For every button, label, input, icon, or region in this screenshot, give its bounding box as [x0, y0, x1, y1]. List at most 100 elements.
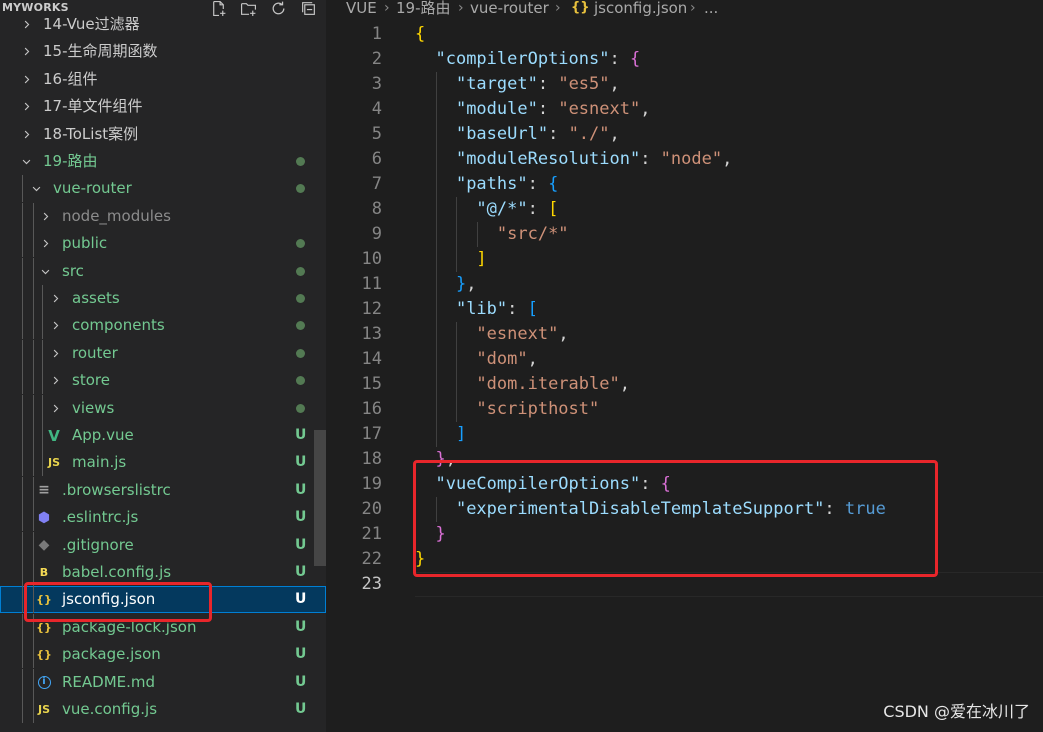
chevron-right-icon[interactable]: [19, 38, 33, 65]
code-token: "experimentalDisableTemplateSupport": [455, 499, 825, 519]
folder-item[interactable]: 18-ToList案例: [0, 121, 326, 148]
git-modified-dot: [296, 157, 305, 166]
git-untracked-badge: U: [295, 591, 307, 608]
breadcrumb-folder-route[interactable]: 19-路由: [396, 0, 451, 17]
folder-item[interactable]: vue-router: [0, 175, 326, 203]
file-item[interactable]: ⬢ .eslintrc.js U: [0, 504, 326, 532]
code-line: 12 "lib": [: [326, 297, 1043, 322]
chevron-right-icon[interactable]: [19, 121, 33, 148]
chevron-right-icon[interactable]: [48, 285, 62, 312]
git-untracked-badge: U: [295, 536, 307, 553]
file-item[interactable]: JS vue.config.js U: [0, 696, 326, 723]
breadcrumb-file[interactable]: jsconfig.json: [594, 0, 687, 17]
line-number: 8: [371, 199, 382, 219]
file-item[interactable]: ≡ .browserslistrc U: [0, 476, 326, 504]
breadcrumb-ellipsis[interactable]: ...: [704, 0, 718, 17]
folder-item[interactable]: src: [0, 257, 326, 285]
indent-guide: [33, 230, 34, 258]
file-item[interactable]: {} jsconfig.json U: [0, 586, 326, 614]
line-number: 20: [361, 499, 382, 519]
code-token: ,: [609, 74, 620, 94]
breadcrumb-vue-router[interactable]: vue-router: [470, 0, 549, 17]
file-item[interactable]: {} package-lock.json U: [0, 613, 326, 641]
indent-guide: [22, 668, 23, 696]
folder-item[interactable]: components: [0, 312, 326, 340]
chevron-right-icon[interactable]: [19, 11, 33, 38]
sidebar-scrollbar[interactable]: [314, 430, 326, 566]
folder-item[interactable]: views: [0, 394, 326, 422]
chevron-down-icon[interactable]: [19, 148, 33, 175]
folder-item[interactable]: 15-生命周期函数: [0, 38, 326, 65]
line-number: 14: [361, 349, 382, 369]
explorer-sidebar: MYWORKS 14-Vue过滤器 15-生命周期函数 16-组件 17-单文件组件 1…: [0, 0, 326, 732]
folder-item[interactable]: assets: [0, 285, 326, 312]
code-token: "baseUrl": [455, 124, 549, 144]
indent-guide: [33, 257, 34, 285]
indent-guide: [22, 175, 23, 203]
code-token: ]: [476, 249, 487, 269]
watermark: CSDN @爱在冰川了: [883, 702, 1030, 721]
folder-item[interactable]: 14-Vue过滤器: [0, 11, 326, 38]
code-editor[interactable]: VUE › 19-路由 › vue-router › {} jsconfig.j…: [326, 0, 1043, 732]
git-modified-dot: [296, 403, 305, 413]
folder-item[interactable]: router: [0, 339, 326, 367]
indent-guide: [22, 257, 23, 285]
file-item[interactable]: JS main.js U: [0, 449, 326, 477]
js-file-icon: JS: [37, 703, 50, 716]
folder-item[interactable]: 17-单文件组件: [0, 93, 326, 120]
chevron-right-icon[interactable]: [38, 230, 52, 257]
indent-guide: [22, 504, 23, 532]
folder-item[interactable]: 16-组件: [0, 66, 326, 93]
chevron-right-icon[interactable]: [48, 340, 62, 367]
json-file-icon: {}: [571, 0, 590, 15]
code-line: 6 "moduleResolution": "node",: [326, 147, 1043, 172]
code-line: 2 "compilerOptions": {: [326, 47, 1043, 72]
indent-guide: [22, 367, 23, 395]
line-number: 21: [361, 524, 382, 544]
file-item[interactable]: i README.md U: [0, 668, 326, 696]
code-token: ,: [640, 99, 651, 119]
code-text: {: [415, 22, 425, 47]
code-text: "src/*": [415, 222, 569, 247]
code-token: {: [548, 174, 559, 194]
breadcrumb-vue[interactable]: VUE: [346, 0, 377, 17]
tree-item-label: 15-生命周期函数: [43, 42, 158, 61]
chevron-down-icon[interactable]: [29, 175, 43, 202]
git-modified-dot: [296, 294, 305, 303]
code-token: "esnext": [476, 324, 559, 344]
indent-guide: [33, 668, 34, 696]
folder-item[interactable]: store: [0, 367, 326, 395]
tree-item-label: components: [72, 316, 165, 335]
chevron-right-icon[interactable]: [48, 395, 62, 422]
indent-guide: [42, 367, 43, 395]
file-item[interactable]: {} package.json U: [0, 641, 326, 669]
code-token: "dom.iterable": [476, 374, 620, 394]
folder-item[interactable]: 19-路由: [0, 148, 326, 175]
file-item[interactable]: ◆ .gitignore U: [0, 531, 326, 559]
code-token: :: [537, 99, 559, 119]
folder-item[interactable]: node_modules: [0, 202, 326, 230]
chevron-right-icon[interactable]: [38, 203, 52, 230]
git-modified-dot: [296, 266, 305, 276]
chevron-right-icon[interactable]: [48, 312, 62, 339]
folder-item[interactable]: public: [0, 230, 326, 258]
code-token: }: [435, 524, 446, 544]
chevron-right-icon[interactable]: [48, 367, 62, 394]
chevron-right-icon[interactable]: [19, 93, 33, 120]
file-item[interactable]: V App.vue U: [0, 422, 326, 449]
code-token: ]: [455, 424, 467, 444]
chevron-right-icon[interactable]: [19, 66, 33, 93]
line-number: 5: [371, 124, 382, 144]
line-number: 2: [371, 49, 382, 69]
line-number: 17: [361, 424, 382, 444]
chevron-down-icon[interactable]: [38, 258, 52, 285]
git-file-icon: ◆: [38, 537, 50, 554]
file-item[interactable]: Bbabel.config.js U: [0, 559, 326, 586]
indent-guide: [42, 394, 43, 422]
